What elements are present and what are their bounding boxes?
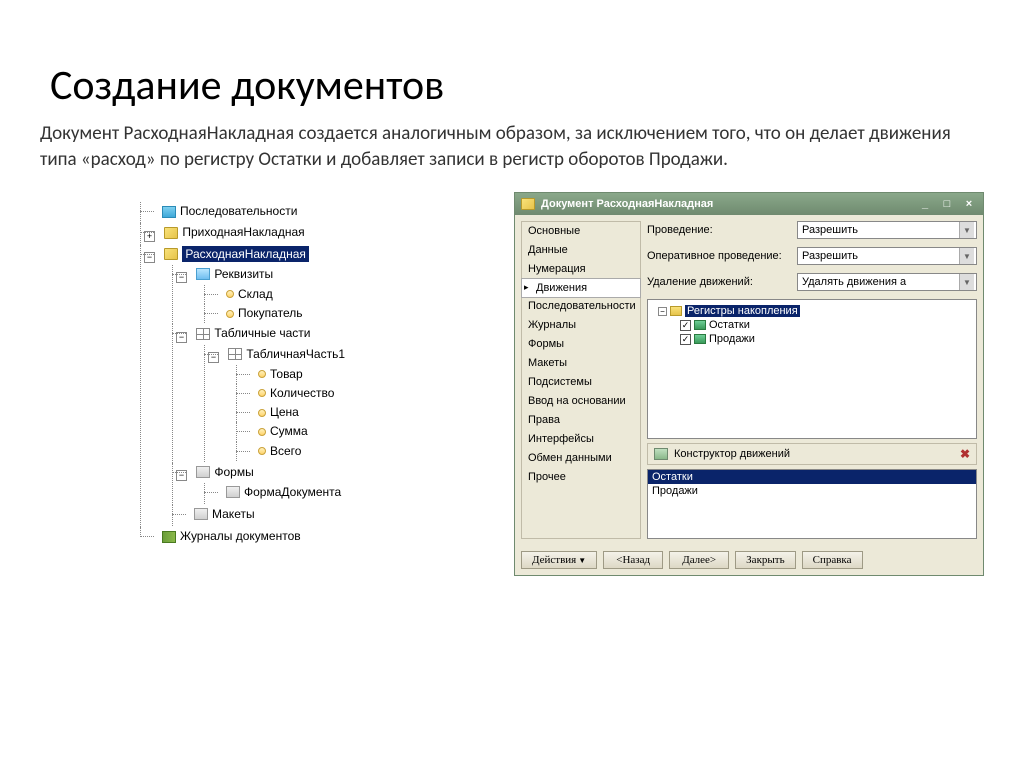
nav-input[interactable]: Ввод на основании (522, 392, 640, 411)
collapse-icon[interactable]: − (176, 470, 187, 481)
nav-numbering[interactable]: Нумерация (522, 260, 640, 279)
page-description: Документ РасходнаяНакладная создается ан… (40, 121, 984, 172)
register-sales[interactable]: ✓ Продажи (680, 332, 972, 346)
back-button[interactable]: <Назад (603, 551, 663, 569)
delete-movements-label: Удаление движений: (647, 276, 797, 288)
expand-icon[interactable]: + (144, 231, 155, 242)
tree-node-product[interactable]: Товар (244, 365, 450, 384)
field-icon (226, 290, 234, 298)
nav-seq[interactable]: Последовательности (522, 297, 640, 316)
dialog-nav[interactable]: Основные Данные Нумерация Движения После… (521, 221, 641, 539)
tree-node-layouts[interactable]: Макеты (180, 505, 450, 526)
field-icon (226, 310, 234, 318)
tree-node-outbound[interactable]: − РасходнаяНакладная − Реквизиты Склад П… (148, 245, 450, 528)
attributes-icon (196, 268, 210, 280)
collapse-icon[interactable]: − (144, 252, 155, 263)
nav-subsystems[interactable]: Подсистемы (522, 373, 640, 392)
collapse-icon[interactable]: − (658, 307, 667, 316)
registers-tree[interactable]: − Регистры накопления ✓ Остатки ✓ (647, 299, 977, 439)
constructor-icon (654, 448, 668, 460)
tree-node-buyer[interactable]: Покупатель (212, 304, 450, 323)
nav-journals[interactable]: Журналы (522, 316, 640, 335)
field-icon (258, 370, 266, 378)
collapse-icon[interactable]: − (208, 352, 219, 363)
nav-interfaces[interactable]: Интерфейсы (522, 430, 640, 449)
register-icon (694, 334, 706, 344)
page-title: Создание документов (50, 60, 984, 111)
tree-node-price[interactable]: Цена (244, 403, 450, 422)
nav-other[interactable]: Прочее (522, 468, 640, 487)
table-icon (196, 328, 210, 340)
registers-root[interactable]: − Регистры накопления (658, 304, 972, 318)
nav-main[interactable]: Основные (522, 222, 640, 241)
list-item-sales[interactable]: Продажи (648, 484, 976, 498)
checkbox-checked-icon[interactable]: ✓ (680, 334, 691, 345)
register-balances[interactable]: ✓ Остатки (680, 318, 972, 332)
form-icon (226, 486, 240, 498)
posting-combo[interactable]: Разрешить (797, 221, 977, 239)
document-icon (521, 198, 535, 210)
tree-node-docform[interactable]: ФормаДокумента (212, 483, 450, 504)
collapse-icon[interactable]: − (176, 332, 187, 343)
tree-node-forms[interactable]: − Формы ФормаДокумента (180, 463, 450, 505)
tree-node-total[interactable]: Всего (244, 442, 450, 461)
constructor-button[interactable]: Конструктор движений (674, 448, 790, 460)
tree-node-sequences[interactable]: Последовательности (148, 202, 450, 223)
help-button[interactable]: Справка (802, 551, 863, 569)
actions-button[interactable]: Действия▼ (521, 551, 597, 569)
next-button[interactable]: Далее> (669, 551, 729, 569)
list-item-balances[interactable]: Остатки (648, 470, 976, 484)
dialog-title: Документ РасходнаяНакладная (541, 198, 713, 210)
nav-exchange[interactable]: Обмен данными (522, 449, 640, 468)
register-group-icon (670, 306, 682, 316)
document-icon (164, 227, 178, 239)
field-icon (258, 428, 266, 436)
nav-forms[interactable]: Формы (522, 335, 640, 354)
close-button[interactable]: Закрыть (735, 551, 795, 569)
journals-icon (162, 531, 176, 543)
nav-layouts[interactable]: Макеты (522, 354, 640, 373)
close-icon[interactable]: × (961, 197, 977, 211)
chevron-down-icon: ▼ (578, 556, 586, 565)
tree-node-warehouse[interactable]: Склад (212, 285, 450, 304)
constructor-toolbar: Конструктор движений ✖ (647, 443, 977, 465)
table-icon (228, 348, 242, 360)
tree-node-journals[interactable]: Журналы документов (148, 527, 450, 548)
dialog-titlebar[interactable]: Документ РасходнаяНакладная _ □ × (515, 193, 983, 215)
field-icon (258, 409, 266, 417)
document-icon (164, 248, 178, 260)
tree-node-tab1[interactable]: − ТабличнаяЧасть1 Товар Количество Цена … (212, 345, 450, 462)
maximize-icon[interactable]: □ (939, 197, 955, 211)
checkbox-checked-icon[interactable]: ✓ (680, 320, 691, 331)
delete-movements-combo[interactable]: Удалять движения а (797, 273, 977, 291)
sequence-icon (162, 206, 176, 218)
field-icon (258, 447, 266, 455)
posting-label: Проведение: (647, 224, 797, 236)
layouts-icon (194, 508, 208, 520)
tree-node-tabs[interactable]: − Табличные части − ТабличнаяЧасть1 Това… (180, 324, 450, 462)
tree-node-sum[interactable]: Сумма (244, 422, 450, 441)
register-icon (694, 320, 706, 330)
minimize-icon[interactable]: _ (917, 197, 933, 211)
tree-node-inbound[interactable]: + ПриходнаяНакладная (148, 223, 450, 244)
tree-node-qty[interactable]: Количество (244, 384, 450, 403)
metadata-tree[interactable]: Последовательности + ПриходнаяНакладная … (130, 202, 450, 548)
movements-listbox[interactable]: Остатки Продажи (647, 469, 977, 539)
oper-posting-label: Оперативное проведение: (647, 250, 797, 262)
delete-icon[interactable]: ✖ (960, 447, 970, 461)
nav-movements[interactable]: Движения (521, 278, 641, 298)
field-icon (258, 389, 266, 397)
document-properties-dialog: Документ РасходнаяНакладная _ □ × Основн… (514, 192, 984, 576)
forms-icon (196, 466, 210, 478)
nav-data[interactable]: Данные (522, 241, 640, 260)
tree-node-props[interactable]: − Реквизиты Склад Покупатель (180, 265, 450, 325)
nav-rights[interactable]: Права (522, 411, 640, 430)
collapse-icon[interactable]: − (176, 272, 187, 283)
oper-posting-combo[interactable]: Разрешить (797, 247, 977, 265)
